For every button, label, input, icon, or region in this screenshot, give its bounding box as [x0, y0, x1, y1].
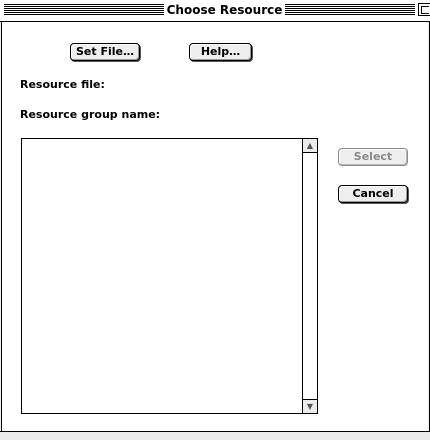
title-bar-stripes-right [285, 4, 415, 16]
window-bottom-edge [0, 431, 430, 440]
list-scrollbar[interactable]: ▲ ▼ [302, 139, 317, 413]
help-button[interactable]: Help… [189, 43, 252, 61]
scroll-down-arrow-icon[interactable]: ▼ [303, 399, 317, 413]
resource-list[interactable]: ▲ ▼ [21, 138, 318, 414]
window-title: Choose Resource [164, 2, 285, 18]
resource-file-label: Resource file: [20, 78, 105, 91]
resource-group-name-label: Resource group name: [20, 108, 161, 121]
select-default-ring [2, 22, 80, 48]
select-button[interactable]: Select [338, 148, 408, 166]
title-bar[interactable]: Choose Resource [0, 0, 430, 22]
dialog-content: Set File… Help… Resource file: Resource … [1, 22, 428, 431]
cancel-button[interactable]: Cancel [338, 185, 408, 203]
set-file-button[interactable]: Set File… [70, 43, 140, 61]
title-bar-stripes-left [4, 4, 164, 16]
choose-resource-window: Choose Resource Set File… Help… Resource… [0, 0, 430, 440]
zoom-box-icon[interactable] [418, 3, 430, 16]
scroll-up-arrow-icon[interactable]: ▲ [303, 139, 317, 153]
